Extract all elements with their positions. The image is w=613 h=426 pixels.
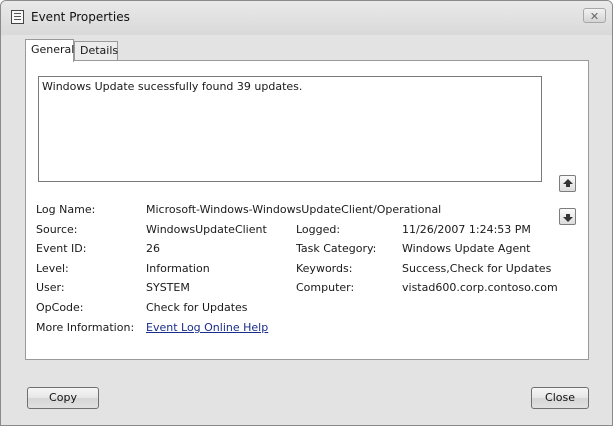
description-box[interactable]: Windows Update sucessfully found 39 upda…: [38, 76, 542, 182]
log-name-label: Log Name:: [36, 203, 96, 216]
user-value: SYSTEM: [146, 281, 190, 294]
event-viewer-icon: [11, 10, 24, 24]
description-text: Windows Update sucessfully found 39 upda…: [42, 80, 303, 93]
event-log-online-help-link[interactable]: Event Log Online Help: [146, 321, 268, 334]
general-panel: Windows Update sucessfully found 39 upda…: [25, 60, 589, 360]
opcode-label: OpCode:: [36, 301, 84, 314]
copy-button[interactable]: Copy: [27, 387, 99, 409]
log-name-value: Microsoft-Windows-WindowsUpdateClient/Op…: [146, 203, 442, 216]
level-value: Information: [146, 262, 210, 275]
tab-general[interactable]: General: [25, 39, 74, 62]
tab-details[interactable]: Details: [74, 41, 118, 60]
computer-label: Computer:: [296, 281, 355, 294]
event-id-label: Event ID:: [36, 242, 87, 255]
next-event-button[interactable]: [559, 208, 576, 225]
close-window-button[interactable]: ✕: [583, 8, 606, 23]
window-title: Event Properties: [31, 10, 130, 24]
logged-value: 11/26/2007 1:24:53 PM: [402, 223, 531, 236]
more-information-label: More Information:: [36, 321, 135, 334]
event-properties-window: Event Properties ✕ General Details Windo…: [0, 0, 613, 426]
task-category-label: Task Category:: [296, 242, 377, 255]
source-value: WindowsUpdateClient: [146, 223, 267, 236]
previous-event-button[interactable]: [559, 175, 576, 192]
opcode-value: Check for Updates: [146, 301, 248, 314]
logged-label: Logged:: [296, 223, 341, 236]
user-label: User:: [36, 281, 65, 294]
source-label: Source:: [36, 223, 78, 236]
close-button[interactable]: Close: [531, 387, 589, 409]
up-arrow-icon: [563, 179, 573, 187]
keywords-value: Success,Check for Updates: [402, 262, 552, 275]
level-label: Level:: [36, 262, 69, 275]
event-id-value: 26: [146, 242, 160, 255]
title-bar[interactable]: Event Properties ✕: [1, 1, 612, 35]
task-category-value: Windows Update Agent: [402, 242, 531, 255]
down-arrow-icon: [563, 214, 573, 222]
computer-value: vistad600.corp.contoso.com: [402, 281, 558, 294]
keywords-label: Keywords:: [296, 262, 353, 275]
